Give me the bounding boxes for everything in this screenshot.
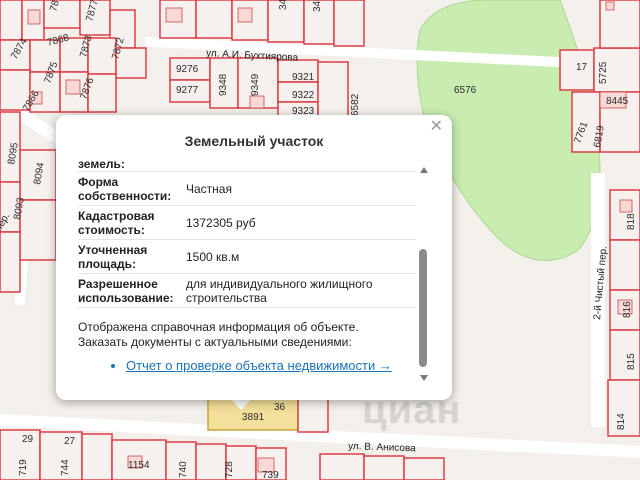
info-row-permitted-use: Разрешенное использование: для индивидуа…	[78, 274, 416, 308]
scrollbar[interactable]	[418, 167, 430, 383]
svg-text:3891: 3891	[242, 412, 265, 423]
row-value: для индивидуального жилищного строительс…	[186, 276, 373, 305]
svg-text:728: 728	[224, 461, 235, 478]
svg-text:9349: 9349	[250, 73, 261, 96]
info-row-area: Уточненная площадь: 1500 кв.м	[78, 240, 416, 274]
row-label: Кадастровая стоимость:	[78, 208, 155, 237]
svg-text:17: 17	[576, 62, 588, 73]
info-text: Отображена справочная информация об объе…	[78, 320, 416, 350]
svg-text:36: 36	[274, 402, 286, 413]
svg-text:816: 816	[622, 301, 633, 318]
scrollbar-thumb[interactable]	[419, 249, 427, 367]
row-label: Уточненная площадь:	[78, 242, 148, 271]
row-label: Разрешенное использование:	[78, 276, 174, 305]
popup-title: Земельный участок	[184, 133, 324, 149]
scroll-up-arrow-icon[interactable]	[420, 167, 428, 173]
svg-text:9348: 9348	[218, 73, 229, 96]
row-label: земель:	[78, 159, 125, 171]
svg-text:27: 27	[64, 436, 76, 447]
svg-text:814: 814	[616, 413, 627, 430]
svg-text:9322: 9322	[292, 90, 315, 101]
svg-text:6582: 6582	[350, 93, 361, 116]
svg-text:740: 740	[178, 461, 189, 478]
info-row-ownership: Форма собственности: Частная	[78, 172, 416, 206]
svg-text:346: 346	[312, 0, 323, 12]
list-item: Отчет о проверке объекта недвижимости →	[126, 358, 416, 373]
row-value: Частная	[186, 181, 232, 196]
report-link[interactable]: Отчет о проверке объекта недвижимости →	[126, 358, 392, 373]
svg-text:818: 818	[626, 213, 637, 230]
parcel-info-popup: Земельный участок ✕ земель: Форма собств…	[56, 115, 452, 400]
report-list: Отчет о проверке объекта недвижимости →	[78, 358, 416, 373]
svg-text:739: 739	[262, 470, 279, 480]
info-line: Отображена справочная информация об объе…	[78, 320, 359, 334]
svg-text:1154: 1154	[128, 460, 150, 471]
row-value: 1500 кв.м	[186, 249, 240, 264]
popup-scroll-area[interactable]: земель: Форма собственности: Частная Кад…	[78, 159, 416, 389]
row-value: 1372305 руб	[186, 215, 256, 230]
svg-text:29: 29	[22, 434, 34, 445]
svg-text:744: 744	[60, 459, 71, 476]
info-line: Заказать документы с актуальными сведени…	[78, 335, 352, 349]
svg-text:719: 719	[18, 459, 29, 476]
info-row-land-category: земель:	[78, 159, 416, 172]
svg-text:348: 348	[278, 0, 289, 10]
row-label: Форма собственности:	[78, 174, 172, 203]
svg-text:9276: 9276	[176, 64, 199, 75]
svg-text:815: 815	[626, 353, 637, 370]
svg-text:6576: 6576	[454, 85, 477, 96]
scroll-down-arrow-icon[interactable]	[420, 375, 428, 381]
svg-text:ул. В. Анисова: ул. В. Анисова	[348, 441, 416, 454]
close-icon[interactable]: ✕	[430, 119, 443, 135]
svg-text:9277: 9277	[176, 85, 199, 96]
row-value	[186, 159, 416, 171]
svg-text:9321: 9321	[292, 72, 315, 83]
svg-text:8445: 8445	[606, 96, 629, 107]
info-row-cadastral-value: Кадастровая стоимость: 1372305 руб	[78, 206, 416, 240]
svg-text:5725: 5725	[598, 61, 609, 84]
